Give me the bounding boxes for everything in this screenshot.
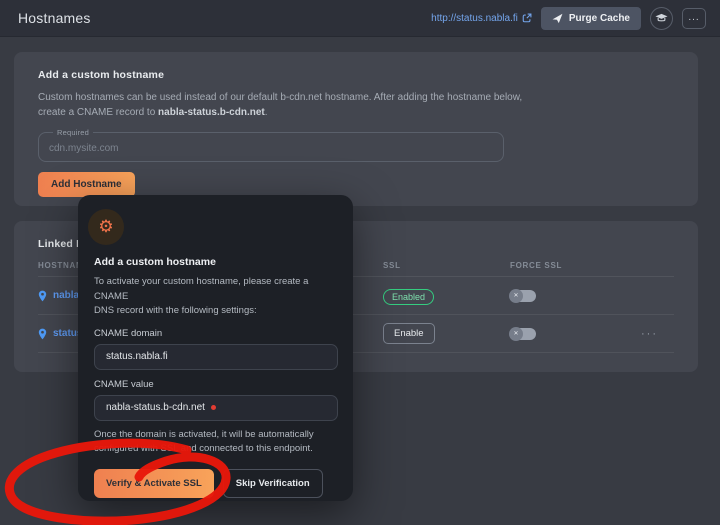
add-hostname-card-description: Custom hostnames can be used instead of …	[38, 90, 578, 120]
required-label: Required	[53, 128, 93, 137]
cname-value-label: CNAME value	[94, 379, 339, 390]
column-force-ssl: FORCE SSL	[510, 261, 674, 270]
force-ssl-cell: ✕	[510, 290, 674, 302]
column-ssl: SSL	[383, 261, 510, 270]
modal-note: Once the domain is activated, it will be…	[94, 428, 339, 457]
purge-cache-button[interactable]: Purge Cache	[541, 7, 641, 30]
force-ssl-cell: ✕ ···	[510, 328, 674, 340]
cname-value-value: nabla-status.b-cdn.net	[106, 402, 205, 413]
page-title: Hostnames	[14, 10, 91, 26]
modal-icon-circle: ⚙	[88, 209, 124, 245]
hostname-input[interactable]	[49, 142, 493, 156]
add-hostname-modal: ⚙ Add a custom hostname To activate your…	[78, 195, 353, 501]
page-header: Hostnames http://status.nabla.fi Purge C…	[0, 0, 720, 37]
modal-title: Add a custom hostname	[94, 256, 339, 268]
purge-cache-label: Purge Cache	[569, 13, 630, 24]
endpoint-link-label: http://status.nabla.fi	[431, 13, 518, 24]
add-hostname-card-title: Add a custom hostname	[38, 69, 674, 81]
map-pin-icon	[38, 328, 47, 340]
modal-intro: To activate your custom hostname, please…	[94, 275, 339, 319]
cname-domain-input[interactable]: status.nabla.fi	[94, 344, 338, 370]
purge-icon	[552, 13, 563, 24]
graduation-cap-icon	[655, 13, 668, 24]
external-link-icon	[522, 13, 532, 23]
header-actions: http://status.nabla.fi Purge Cache	[431, 7, 706, 30]
description-line-1: Custom hostnames can be used instead of …	[38, 90, 578, 105]
description-line-2: create a CNAME record to nabla-status.b-…	[38, 105, 578, 120]
add-hostname-card: Add a custom hostname Custom hostnames c…	[14, 52, 698, 206]
skip-verification-button[interactable]: Skip Verification	[223, 469, 323, 498]
header-more-button[interactable]: ...	[682, 8, 706, 29]
ssl-enabled-badge: Enabled	[383, 289, 434, 305]
map-pin-icon	[38, 290, 47, 302]
hostname-input-group: Required	[38, 128, 504, 162]
verify-activate-ssl-button[interactable]: Verify & Activate SSL	[94, 469, 214, 498]
cname-domain-value: status.nabla.fi	[106, 351, 168, 362]
cname-value-input[interactable]: nabla-status.b-cdn.net	[94, 395, 338, 421]
cname-target-text: nabla-status.b-cdn.net	[158, 107, 265, 118]
gear-icon: ⚙	[98, 219, 113, 236]
ssl-cell: Enable	[383, 323, 510, 344]
force-ssl-toggle[interactable]: ✕	[510, 290, 536, 302]
education-button[interactable]	[650, 7, 673, 30]
toggle-off-icon: ✕	[509, 289, 523, 303]
endpoint-link[interactable]: http://status.nabla.fi	[431, 13, 532, 24]
row-actions-button[interactable]: ···	[641, 328, 658, 340]
add-hostname-button[interactable]: Add Hostname	[38, 172, 135, 197]
ellipsis-icon: ...	[688, 13, 699, 23]
force-ssl-toggle[interactable]: ✕	[510, 328, 536, 340]
required-indicator-icon	[211, 405, 216, 410]
ssl-cell: Enabled	[383, 287, 510, 305]
toggle-off-icon: ✕	[509, 327, 523, 341]
modal-buttons: Verify & Activate SSL Skip Verification	[94, 469, 339, 498]
enable-ssl-button[interactable]: Enable	[383, 323, 435, 344]
cname-domain-label: CNAME domain	[94, 328, 339, 339]
